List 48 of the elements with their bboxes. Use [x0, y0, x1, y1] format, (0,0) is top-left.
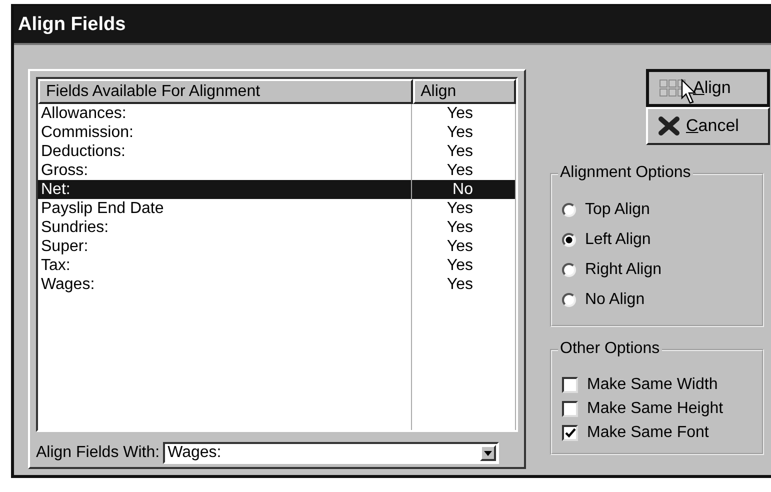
- option-label: Top Align: [585, 201, 650, 219]
- list-row-name[interactable]: Wages:: [38, 275, 412, 294]
- radio-button[interactable]: [562, 263, 576, 277]
- cross-icon: [658, 116, 680, 136]
- radio-button[interactable]: [562, 233, 576, 247]
- list-row-align[interactable]: Yes: [412, 161, 515, 180]
- option-label: Make Same Font: [587, 424, 709, 442]
- list-row-align[interactable]: No: [412, 180, 515, 199]
- list-row-align[interactable]: Yes: [412, 275, 515, 294]
- list-row-name[interactable]: Gross:: [38, 161, 412, 180]
- list-row-name[interactable]: Net:: [38, 180, 412, 199]
- list-row-name[interactable]: Allowances:: [38, 104, 412, 123]
- field-label: Align Fields With:: [36, 444, 160, 462]
- list-row-name[interactable]: Deductions:: [38, 142, 412, 161]
- option-label: Make Same Height: [587, 400, 724, 418]
- list-row-name[interactable]: Tax:: [38, 256, 412, 275]
- group-title: Other Options: [558, 340, 662, 358]
- caret-icon: [484, 450, 492, 456]
- option-label: Make Same Width: [587, 376, 718, 394]
- dropdown-arrow-button[interactable]: [480, 445, 496, 461]
- radio-button[interactable]: [562, 203, 576, 217]
- group-title: Alignment Options: [558, 164, 693, 182]
- list-row-align[interactable]: Yes: [412, 237, 515, 256]
- list-row-name[interactable]: Sundries:: [38, 218, 412, 237]
- list-row-align[interactable]: Yes: [412, 256, 515, 275]
- list-row-name[interactable]: Super:: [38, 237, 412, 256]
- align-button[interactable]: Align: [646, 69, 770, 107]
- list-row-align[interactable]: Yes: [412, 123, 515, 142]
- check-icon: [564, 428, 576, 438]
- radio-button[interactable]: [562, 293, 576, 307]
- list-row-align[interactable]: Yes: [412, 104, 515, 123]
- option-label: No Align: [585, 291, 645, 309]
- column-header[interactable]: Align: [412, 79, 516, 104]
- checkbox[interactable]: [562, 377, 578, 393]
- list-row-align[interactable]: Yes: [412, 199, 515, 218]
- cancel-button[interactable]: Cancel: [646, 107, 770, 145]
- checkbox[interactable]: [562, 425, 578, 441]
- dropdown-value: Wages:: [166, 444, 222, 462]
- list-row-align[interactable]: Yes: [412, 218, 515, 237]
- list-row-name[interactable]: Payslip End Date: [38, 199, 412, 218]
- column-header[interactable]: Fields Available For Alignment: [38, 79, 413, 104]
- list-row-name[interactable]: Commission:: [38, 123, 412, 142]
- option-label: Left Align: [585, 231, 651, 249]
- option-label: Right Align: [585, 261, 662, 279]
- align-with-dropdown[interactable]: Wages:: [162, 442, 499, 464]
- list-row-align[interactable]: Yes: [412, 142, 515, 161]
- checkbox[interactable]: [562, 401, 578, 417]
- window-title: Align Fields: [14, 6, 771, 45]
